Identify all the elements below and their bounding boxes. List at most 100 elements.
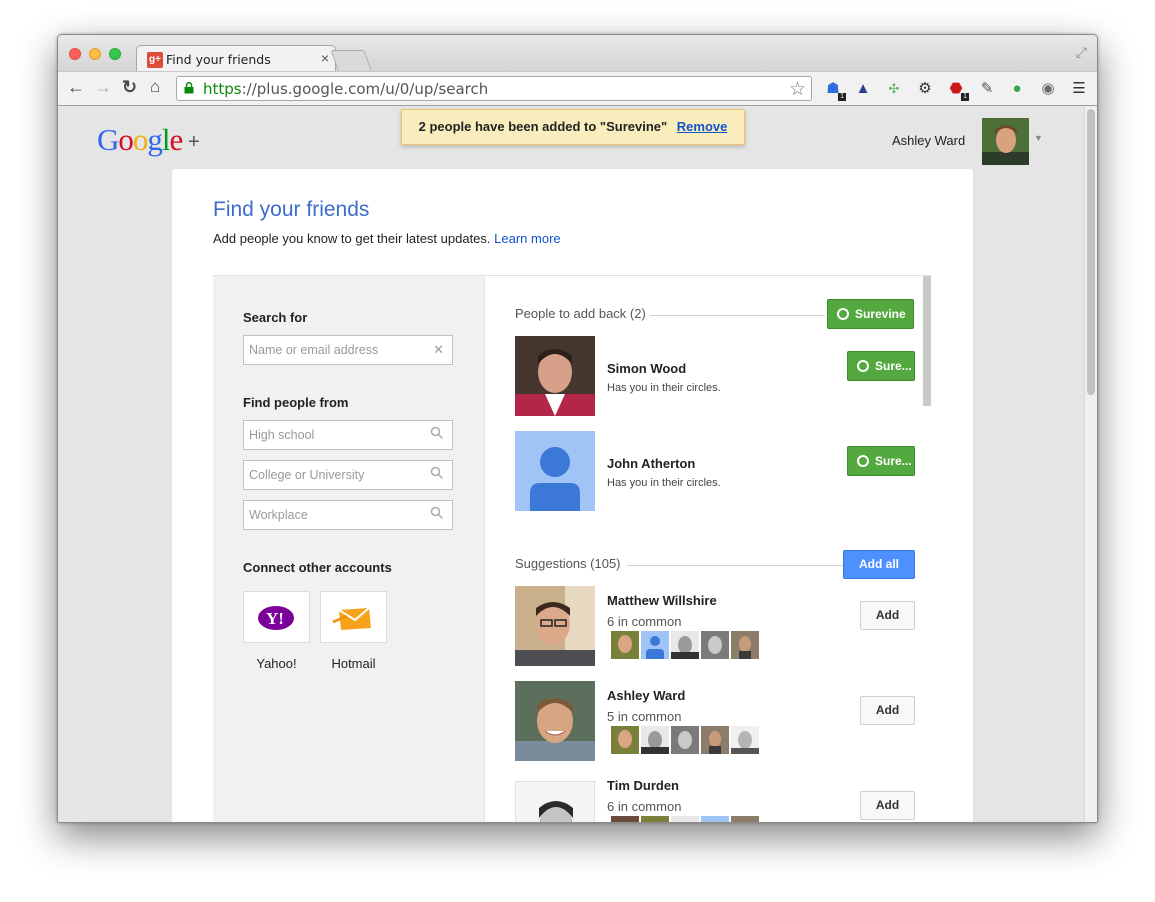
person-photo-matthew-willshire[interactable] [515,586,595,666]
circle-icon [837,308,849,320]
menu-icon[interactable]: ☰ [1070,80,1088,98]
reload-icon[interactable]: ↻ [122,77,137,98]
yahoo-label: Yahoo! [256,656,297,671]
page-subtitle: Add people you know to get their latest … [213,231,561,246]
add-button[interactable]: Add [860,696,915,725]
person-photo-tim-durden[interactable] [515,781,595,822]
hotmail-icon [332,607,371,630]
mutual-avatar[interactable] [671,726,699,754]
mutual-avatar[interactable] [641,816,669,822]
fullscreen-icon[interactable]: ⤢ [1076,44,1087,61]
google-plus-logo-plus: + [188,131,200,153]
google-plus-logo[interactable]: Google [97,122,184,158]
mutual-avatar[interactable] [701,631,729,659]
zoom-window-button[interactable] [109,48,121,60]
page-scroll-thumb[interactable] [1087,109,1095,395]
person-name[interactable]: Ashley Ward [607,688,685,703]
learn-more-link[interactable]: Learn more [494,231,560,246]
mutual-avatar[interactable] [701,816,729,822]
suggestions-title: Suggestions (105) [515,556,621,571]
yahoo-connect-button[interactable]: Y! [243,591,310,643]
search-icon [430,426,444,440]
circle-button-simon-wood[interactable]: Sure... [847,351,915,381]
browser-tab[interactable]: g+ Find your friends × [136,45,336,72]
browser-toolbar: ← → ↻ ⌂ https://plus.google.com/u/0/up/s… [58,71,1097,106]
add-button[interactable]: Add [860,601,915,630]
person-status: Has you in their circles. [607,382,721,394]
hotmail-connect-button[interactable] [320,591,387,643]
resize-extension-icon[interactable]: ✣ [885,80,903,98]
people-panel-scrollbar[interactable] [921,275,932,410]
add-button[interactable]: Add [860,791,915,820]
page-scrollbar[interactable] [1084,107,1097,822]
person-name[interactable]: John Atherton [607,456,695,471]
mutual-avatar[interactable] [731,726,759,754]
yahoo-icon: Y! [258,606,294,630]
address-bar[interactable]: https://plus.google.com/u/0/up/search ☆ [176,76,812,101]
wrench-extension-icon[interactable]: ✎ [978,80,996,98]
mutual-avatar[interactable] [611,726,639,754]
logo-letter: e [169,122,184,157]
person-photo-ashley-ward[interactable] [515,681,595,761]
mutual-avatar[interactable] [701,726,729,754]
lock-icon [184,82,194,94]
college-placeholder: College or University [249,468,365,482]
tab-close-icon[interactable]: × [321,50,329,66]
mutual-avatar[interactable] [671,816,699,822]
search-icon [430,506,444,520]
page-title: Find your friends [213,198,370,221]
flag-extension-icon[interactable]: ▲ [854,80,872,98]
mutual-avatar[interactable] [731,816,759,822]
user-name[interactable]: Ashley Ward [892,133,965,148]
person-photo-simon-wood[interactable] [515,336,595,416]
forward-arrow-icon[interactable]: → [94,77,112,98]
people-panel: People to add back (2) Surevine Simon Wo… [484,275,931,822]
circle-extension-icon[interactable]: ◉ [1039,80,1057,98]
mutual-avatar[interactable] [611,816,639,822]
account-menu-caret-icon[interactable]: ▼ [1034,133,1043,143]
user-avatar[interactable] [982,118,1029,165]
college-field[interactable]: College or University [243,460,453,490]
logo-letter: o [118,122,133,157]
clear-icon[interactable]: ✕ [433,342,444,358]
person-name[interactable]: Matthew Willshire [607,593,717,608]
divider [650,315,825,316]
bookmark-star-icon[interactable]: ☆ [789,78,806,101]
logo-letter: g [147,122,162,157]
remove-link[interactable]: Remove [677,119,728,134]
person-photo-john-atherton[interactable] [515,431,595,511]
new-tab-button[interactable] [330,50,372,70]
circle-button-label: Sure... [875,454,912,468]
close-window-button[interactable] [69,48,81,60]
person-name[interactable]: Tim Durden [607,778,679,793]
home-icon[interactable]: ⌂ [150,77,160,97]
title-bar: g+ Find your friends × ⤢ [58,35,1097,72]
back-arrow-icon[interactable]: ← [67,77,85,98]
workplace-field[interactable]: Workplace [243,500,453,530]
search-heading: Search for [243,310,308,325]
gear-extension-icon[interactable]: ⚙ [916,80,934,98]
circle-icon [857,360,869,372]
people-panel-scroll-thumb[interactable] [923,276,931,406]
evernote-extension-icon[interactable]: ● [1008,80,1026,98]
surevine-circle-button[interactable]: Surevine [827,299,914,329]
add-back-title: People to add back (2) [515,306,646,321]
search-input[interactable]: Name or email address ✕ [243,335,453,365]
mutual-avatar[interactable] [641,726,669,754]
logo-letter: l [161,122,171,157]
ghostery-extension-icon[interactable]: ☗ 1 [824,80,846,101]
circle-button-john-atherton[interactable]: Sure... [847,446,915,476]
mutual-avatar[interactable] [611,631,639,659]
mutual-avatar[interactable] [731,631,759,659]
mutual-count: 5 in common [607,709,682,724]
hotmail-label: Hotmail [331,656,376,671]
add-all-button[interactable]: Add all [843,550,915,579]
mutual-avatar[interactable] [671,631,699,659]
mutual-avatar[interactable] [641,631,669,659]
mutual-count: 6 in common [607,614,682,629]
person-name[interactable]: Simon Wood [607,361,686,376]
high-school-placeholder: High school [249,428,315,442]
high-school-field[interactable]: High school [243,420,453,450]
minimize-window-button[interactable] [89,48,101,60]
adblock-extension-icon[interactable]: ⬣ 1 [947,80,969,101]
